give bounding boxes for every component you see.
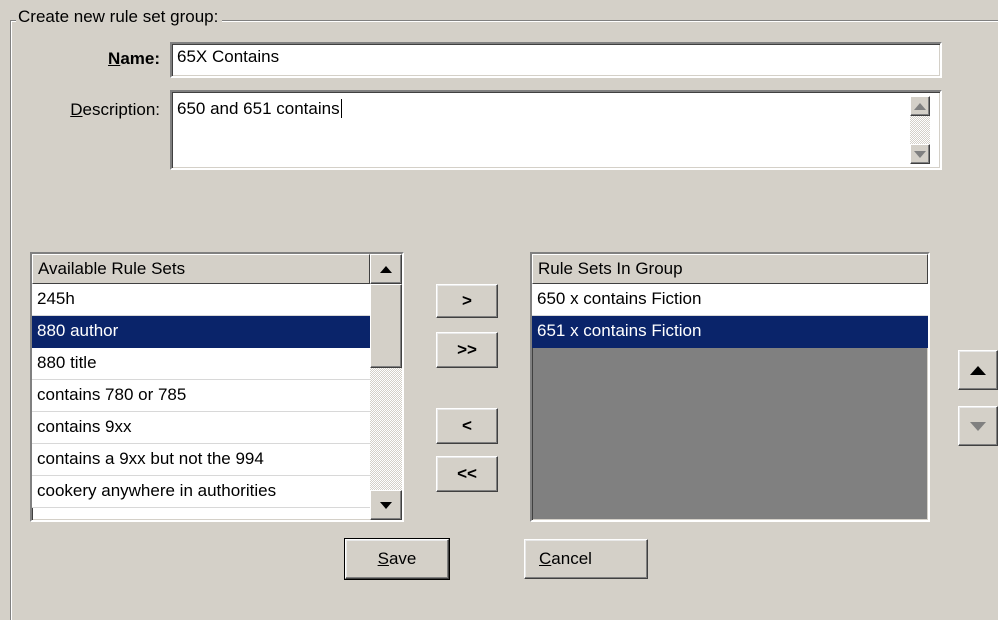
text-cursor: ​ <box>340 99 342 118</box>
in-group-column-header[interactable]: Rule Sets In Group <box>532 254 928 284</box>
description-textarea[interactable]: 650 and 651 contains​ <box>170 90 942 170</box>
description-scroll-down[interactable] <box>910 144 930 164</box>
rule-sets-in-group-list[interactable]: Rule Sets In Group 650 x contains Fictio… <box>530 252 930 522</box>
move-down-button[interactable] <box>958 406 998 446</box>
list-item[interactable]: contains a 9xx but not the 994 <box>32 444 370 476</box>
scroll-down-icon <box>380 501 392 509</box>
description-scroll-up[interactable] <box>910 96 930 116</box>
available-scroll-up[interactable] <box>370 254 402 284</box>
group-title: Create new rule set group: <box>16 6 223 28</box>
name-label: Name: <box>108 49 160 68</box>
list-item[interactable]: 245h <box>32 284 370 316</box>
available-scroll-down[interactable] <box>370 490 402 520</box>
remove-button[interactable]: < <box>436 408 498 444</box>
triangle-down-icon <box>970 421 986 431</box>
move-up-button[interactable] <box>958 350 998 390</box>
add-button[interactable]: > <box>436 284 498 318</box>
cancel-button[interactable]: Cancel <box>524 539 648 579</box>
list-item[interactable]: 650 x contains Fiction <box>532 284 928 316</box>
scroll-up-icon <box>380 265 392 273</box>
name-input-value: 65X Contains <box>177 47 280 66</box>
description-label: Description: <box>70 100 160 119</box>
list-item[interactable]: 880 author <box>32 316 370 348</box>
scroll-up-icon <box>914 102 926 110</box>
list-item[interactable]: contains 9xx <box>32 412 370 444</box>
add-all-button[interactable]: >> <box>436 332 498 368</box>
remove-all-button[interactable]: << <box>436 456 498 492</box>
list-item[interactable]: 651 x contains Fiction <box>532 316 928 348</box>
available-scrollbar[interactable] <box>370 254 402 520</box>
description-value: 650 and 651 contains​ <box>177 99 342 118</box>
list-item[interactable]: 880 title <box>32 348 370 380</box>
list-item[interactable]: contains 780 or 785 <box>32 380 370 412</box>
list-item[interactable]: cookery anywhere in authorities <box>32 476 370 508</box>
scroll-down-icon <box>914 150 926 158</box>
name-input[interactable]: 65X Contains <box>170 42 942 78</box>
description-scrollbar[interactable] <box>910 96 930 164</box>
save-button[interactable]: Save <box>344 538 450 580</box>
triangle-up-icon <box>970 365 986 375</box>
available-scroll-thumb[interactable] <box>370 284 402 368</box>
available-rule-sets-list[interactable]: Available Rule Sets 245h 880 author 880 ti… <box>30 252 404 522</box>
available-column-header[interactable]: Available Rule Sets <box>32 254 370 284</box>
